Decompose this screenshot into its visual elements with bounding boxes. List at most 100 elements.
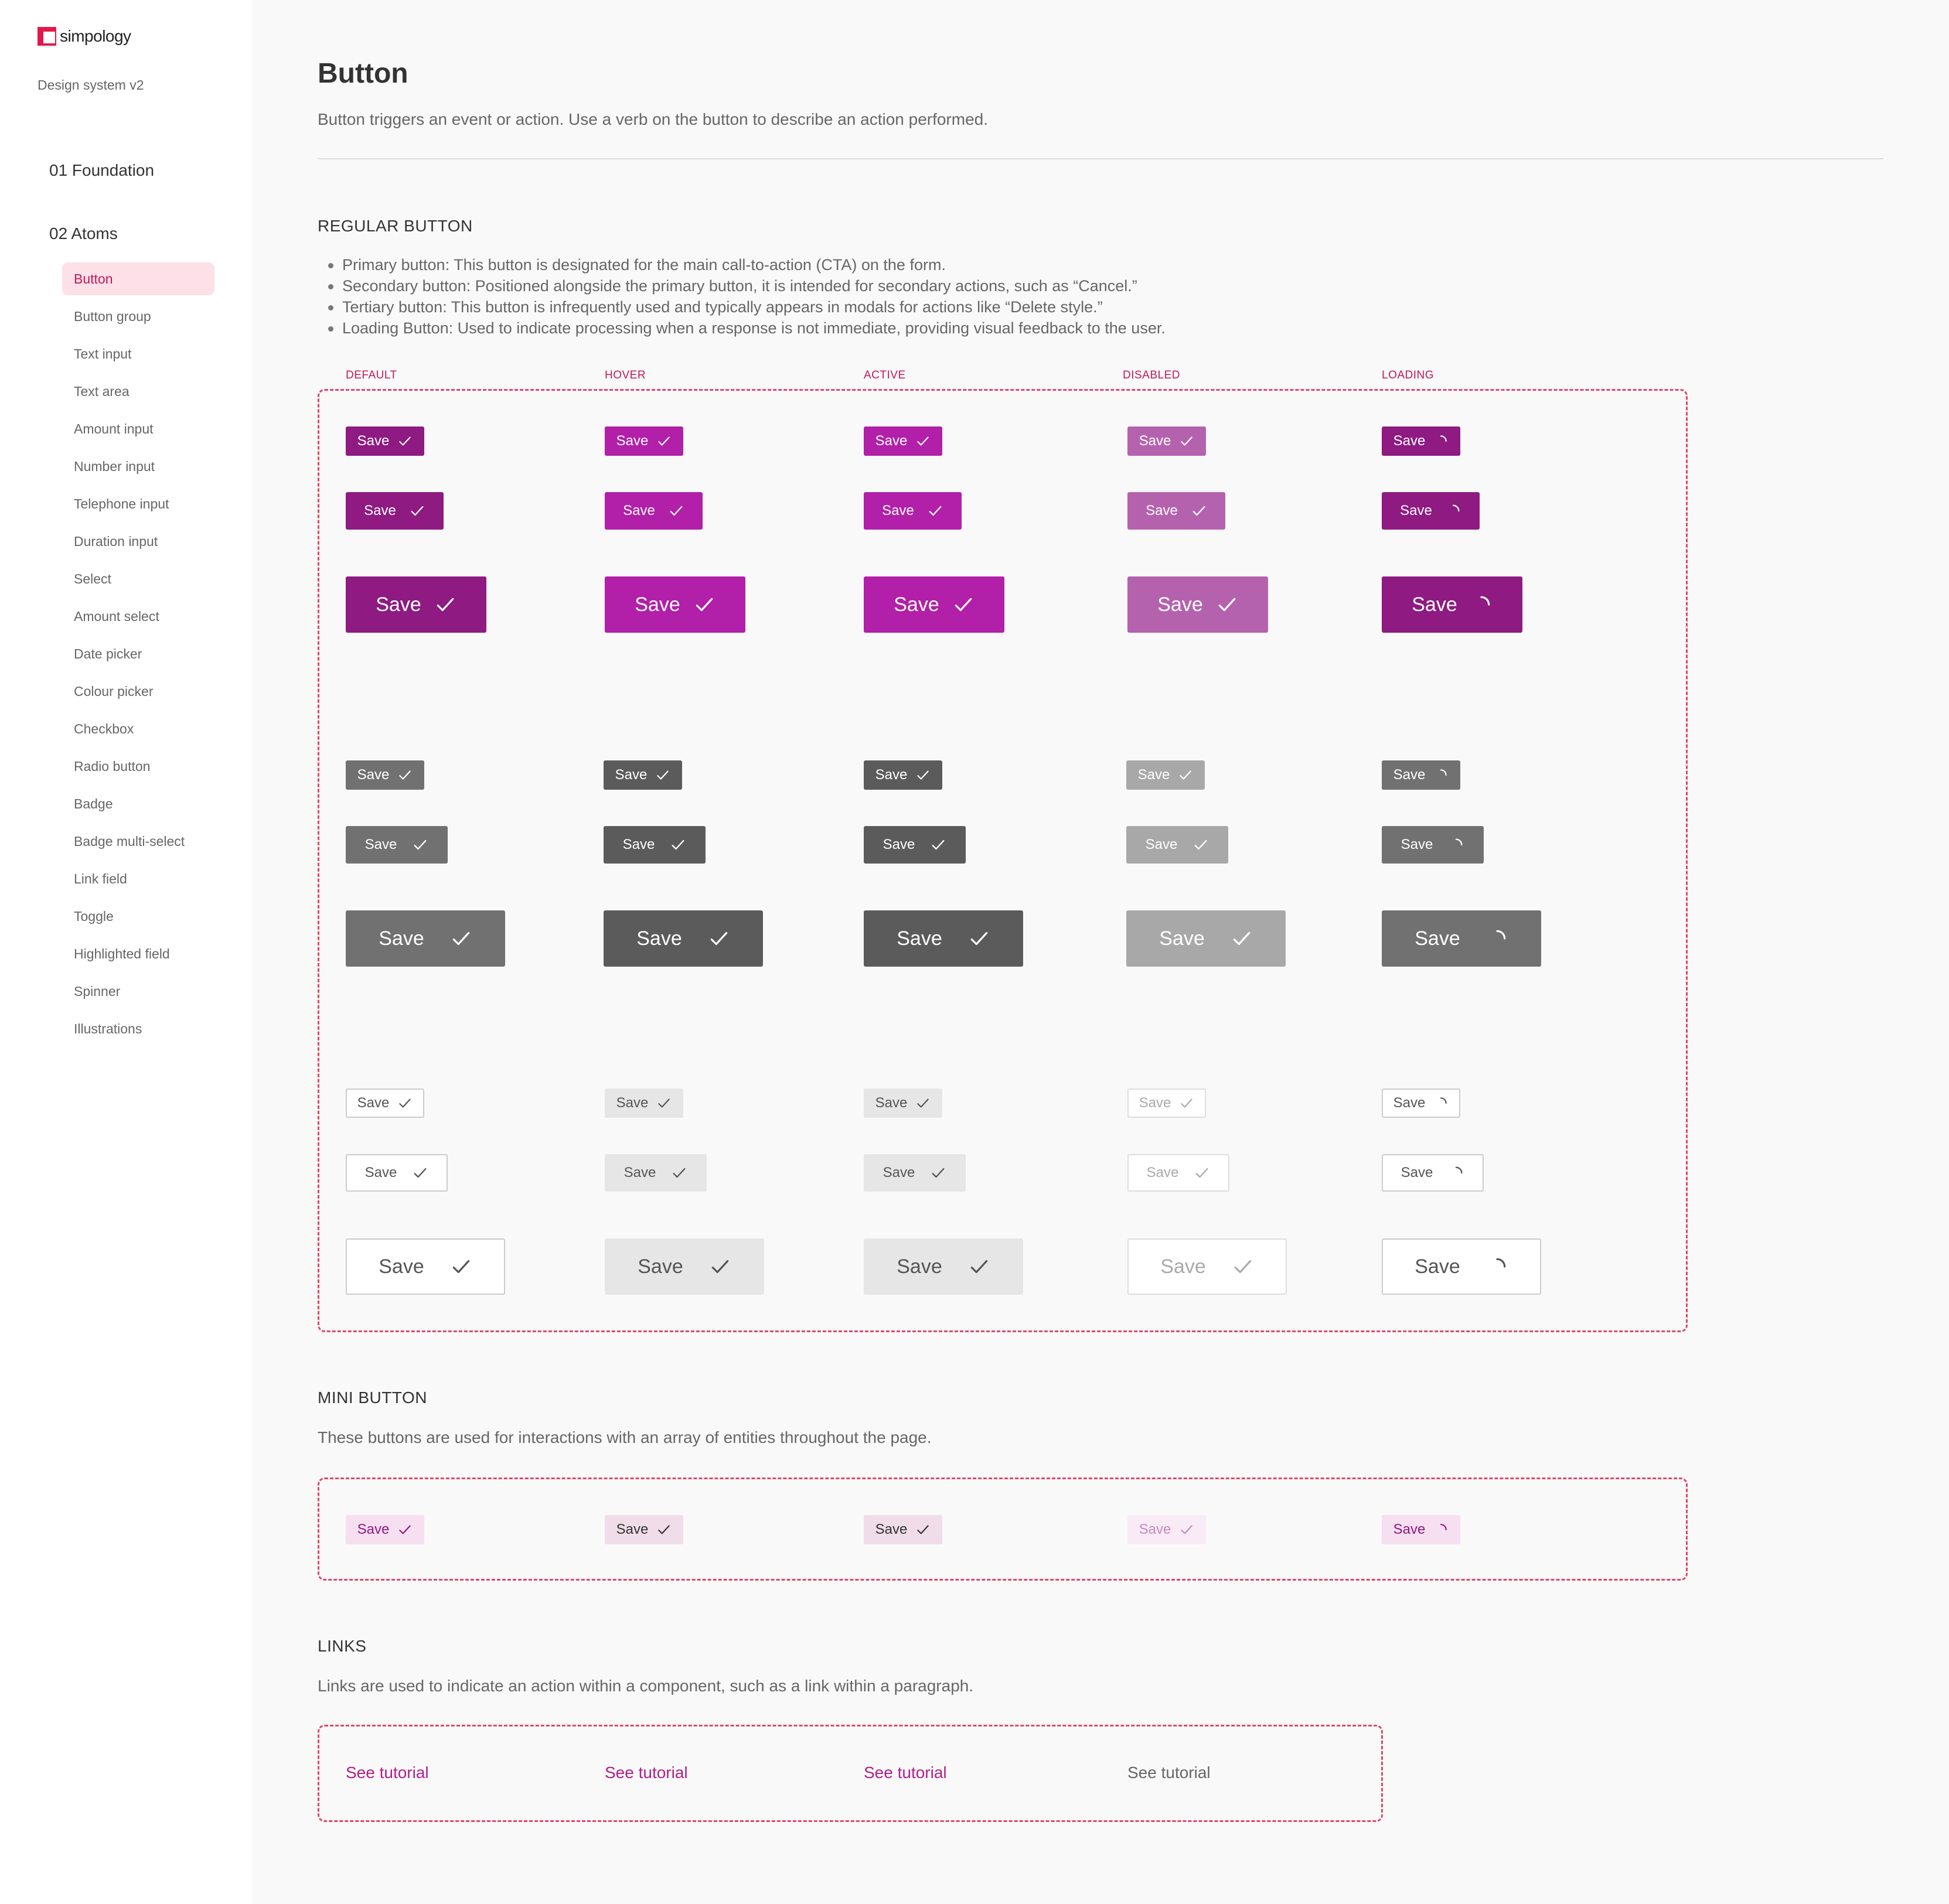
sidebar-item-badge-multi-select[interactable]: Badge multi-select: [62, 825, 214, 862]
tertiary-small-disabled-button[interactable]: Save: [1127, 1089, 1206, 1118]
primary-small-active-button[interactable]: Save: [864, 426, 942, 456]
brand-logo[interactable]: simpology: [38, 27, 131, 46]
button-label: Save: [882, 837, 915, 852]
sidebar-item-checkbox[interactable]: Checkbox: [62, 712, 214, 750]
secondary-small-hover-button[interactable]: Save: [604, 760, 682, 790]
sidebar-item-colour-picker[interactable]: Colour picker: [62, 675, 214, 712]
secondary-large-loading-button[interactable]: Save: [1382, 910, 1541, 967]
spinner-icon: [1440, 769, 1447, 776]
tertiary-medium-hover-button[interactable]: Save: [605, 1154, 707, 1192]
check-icon: [414, 1168, 427, 1178]
primary-medium-hover-button[interactable]: Save: [605, 492, 703, 530]
secondary-medium-default-button[interactable]: Save: [346, 826, 448, 864]
sidebar-item-number-input[interactable]: Number input: [62, 450, 214, 487]
primary-large-active-button[interactable]: Save: [864, 576, 1004, 633]
secondary-medium-active-button[interactable]: Save: [864, 826, 966, 864]
link-active[interactable]: See tutorial: [864, 1763, 947, 1782]
sidebar-item-amount-input[interactable]: Amount input: [62, 412, 214, 450]
tertiary-small-loading-button[interactable]: Save: [1382, 1089, 1460, 1118]
primary-small-default-button[interactable]: Save: [346, 426, 424, 456]
primary-medium-default-button[interactable]: Save: [346, 492, 444, 530]
check-icon: [673, 1168, 686, 1178]
sidebar-item-amount-select[interactable]: Amount select: [62, 600, 214, 637]
tertiary-small-active-button[interactable]: Save: [864, 1089, 942, 1118]
sidebar-item-link-field[interactable]: Link field: [62, 862, 214, 900]
mini-default-button[interactable]: Save: [346, 1515, 424, 1544]
sidebar-item-toggle[interactable]: Toggle: [62, 900, 214, 937]
secondary-small-disabled-button[interactable]: Save: [1126, 760, 1205, 790]
secondary-small-default-button[interactable]: Save: [346, 760, 424, 790]
spinner-icon: [1440, 1097, 1447, 1104]
tertiary-small-default-button[interactable]: Save: [346, 1089, 424, 1118]
primary-small-hover-button[interactable]: Save: [605, 426, 683, 456]
mini-loading-button[interactable]: Save: [1382, 1515, 1460, 1544]
check-icon: [452, 931, 469, 946]
sidebar-item-button-group[interactable]: Button group: [62, 300, 214, 337]
check-icon: [1195, 1168, 1208, 1178]
secondary-small-loading-button[interactable]: Save: [1382, 760, 1460, 790]
sidebar-item-telephone-input[interactable]: Telephone input: [62, 487, 214, 525]
button-label: Save: [635, 593, 680, 616]
primary-medium-loading-button[interactable]: Save: [1382, 492, 1480, 530]
sidebar-item-select[interactable]: Select: [62, 562, 214, 600]
mini-active-button[interactable]: Save: [864, 1515, 942, 1544]
sidebar-item-spinner[interactable]: Spinner: [62, 975, 214, 1012]
primary-large-default-button[interactable]: Save: [346, 576, 486, 633]
sidebar-item-button[interactable]: Button: [62, 262, 214, 295]
mini-hover-button[interactable]: Save: [605, 1515, 683, 1544]
mini-button-title: MINI BUTTON: [318, 1388, 427, 1407]
tertiary-medium-default-button[interactable]: Save: [346, 1154, 448, 1192]
primary-small-disabled-button[interactable]: Save: [1127, 426, 1206, 456]
secondary-medium-hover-button[interactable]: Save: [604, 826, 706, 864]
spinner-icon: [1440, 1524, 1447, 1531]
tertiary-medium-loading-button[interactable]: Save: [1382, 1154, 1484, 1192]
button-label: Save: [623, 1165, 656, 1180]
check-icon: [437, 598, 454, 612]
bullet-loading: Loading Button: Used to indicate process…: [325, 318, 1166, 339]
primary-medium-disabled-button[interactable]: Save: [1127, 492, 1225, 530]
sidebar-item-date-picker[interactable]: Date picker: [62, 637, 214, 675]
check-icon: [710, 931, 727, 946]
tertiary-small-hover-button[interactable]: Save: [605, 1089, 683, 1118]
button-label: Save: [1159, 927, 1205, 950]
primary-medium-active-button[interactable]: Save: [864, 492, 962, 530]
mini-disabled-button[interactable]: Save: [1127, 1515, 1206, 1544]
sidebar-item-badge[interactable]: Badge: [62, 787, 214, 825]
spinner-icon: [1456, 1166, 1463, 1174]
link-hover[interactable]: See tutorial: [605, 1763, 688, 1782]
link-default[interactable]: See tutorial: [346, 1763, 429, 1782]
primary-large-disabled-button[interactable]: Save: [1127, 576, 1268, 633]
primary-small-loading-button[interactable]: Save: [1382, 426, 1460, 456]
secondary-small-active-button[interactable]: Save: [864, 760, 942, 790]
secondary-medium-disabled-button[interactable]: Save: [1126, 826, 1228, 864]
state-label-disabled: DISABLED: [1123, 369, 1180, 381]
check-icon: [1194, 840, 1207, 850]
tertiary-large-default-button[interactable]: Save: [346, 1238, 505, 1295]
tertiary-medium-active-button[interactable]: Save: [864, 1154, 966, 1192]
tertiary-large-hover-button[interactable]: Save: [605, 1238, 764, 1295]
link-disabled[interactable]: See tutorial: [1127, 1763, 1211, 1782]
secondary-large-hover-button[interactable]: Save: [604, 910, 763, 967]
tertiary-large-disabled-button[interactable]: Save: [1127, 1238, 1287, 1295]
regular-button-title: REGULAR BUTTON: [318, 217, 473, 235]
primary-large-loading-button[interactable]: Save: [1382, 576, 1522, 633]
sidebar-item-text-area[interactable]: Text area: [62, 375, 214, 412]
secondary-large-disabled-button[interactable]: Save: [1126, 910, 1286, 967]
primary-large-hover-button[interactable]: Save: [605, 576, 745, 633]
tertiary-large-loading-button[interactable]: Save: [1382, 1238, 1541, 1295]
secondary-large-default-button[interactable]: Save: [346, 910, 505, 967]
sidebar-item-text-input[interactable]: Text input: [62, 337, 214, 375]
check-icon: [658, 1098, 670, 1108]
sidebar-item-duration-input[interactable]: Duration input: [62, 525, 214, 562]
nav-section-foundation[interactable]: 01 Foundation: [49, 161, 154, 180]
sidebar-item-highlighted-field[interactable]: Highlighted field: [62, 937, 214, 975]
nav-section-atoms[interactable]: 02 Atoms: [49, 224, 118, 243]
secondary-medium-loading-button[interactable]: Save: [1382, 826, 1484, 864]
tertiary-medium-disabled-button[interactable]: Save: [1127, 1154, 1229, 1192]
secondary-large-active-button[interactable]: Save: [864, 910, 1023, 967]
check-icon: [970, 1260, 987, 1274]
tertiary-large-active-button[interactable]: Save: [864, 1238, 1023, 1295]
sidebar-item-illustrations[interactable]: Illustrations: [62, 1012, 214, 1050]
sidebar-item-radio-button[interactable]: Radio button: [62, 750, 214, 787]
button-label: Save: [875, 1095, 908, 1111]
